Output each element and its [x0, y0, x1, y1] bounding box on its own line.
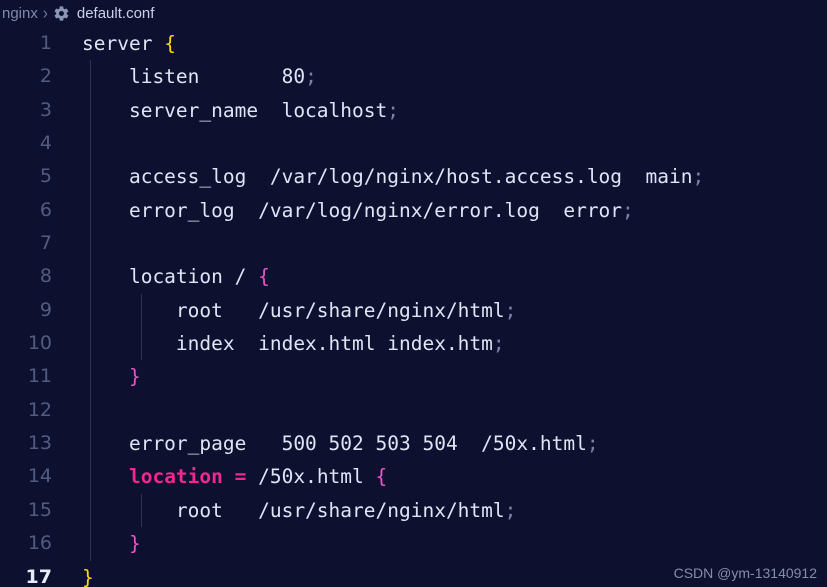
code-line[interactable]: error_page 500 502 503 504 /50x.html; [82, 427, 827, 460]
code-token: ; [305, 65, 317, 89]
code-line[interactable]: server_name localhost; [82, 94, 827, 127]
code-token: listen 80 [82, 65, 306, 89]
code-token: } [128, 532, 141, 556]
code-line[interactable]: root /usr/share/nginx/html; [82, 294, 827, 327]
code-line[interactable]: listen 80; [82, 60, 827, 93]
code-token: /50x.html [246, 465, 376, 489]
code-token: { [164, 32, 176, 55]
code-token: } [128, 365, 141, 389]
code-token: { [258, 265, 270, 289]
gear-icon [53, 5, 70, 22]
code-token: ; [586, 432, 599, 456]
code-token: { [375, 465, 388, 489]
breadcrumb-item-file[interactable]: default.conf [77, 5, 155, 22]
code-line[interactable]: error_log /var/log/nginx/error.log error… [82, 194, 827, 227]
breadcrumb: nginx › default.conf [0, 0, 827, 27]
code-line[interactable]: } [82, 360, 827, 393]
code-line[interactable] [82, 394, 827, 427]
code-line[interactable] [82, 127, 827, 160]
code-token: index index.html index.htm [82, 332, 493, 356]
code-token: location / [82, 265, 259, 289]
code-line[interactable]: location = /50x.html { [82, 460, 827, 493]
code-token: error_page 500 502 503 504 /50x.html [82, 432, 587, 456]
code-line[interactable]: access_log /var/log/nginx/host.access.lo… [82, 160, 827, 193]
code-token: access_log /var/log/nginx/host.access.lo… [82, 165, 693, 189]
code-token: ; [692, 165, 705, 189]
code-line[interactable]: server { [82, 27, 827, 60]
breadcrumb-item-folder[interactable]: nginx [2, 5, 38, 22]
code-line[interactable]: } [82, 527, 827, 560]
code-token: error_log /var/log/nginx/error.log error [82, 198, 623, 222]
code-token: server_name localhost [82, 98, 388, 122]
code-token: location = [128, 465, 247, 489]
code-line[interactable]: location / { [82, 260, 827, 293]
code-token: ; [504, 298, 517, 322]
code-token: root /usr/share/nginx/html [82, 498, 505, 522]
code-line[interactable] [82, 227, 827, 260]
code-token: server [82, 32, 165, 55]
code-token: ; [492, 332, 505, 356]
watermark: CSDN @ym-13140912 [673, 565, 817, 581]
code-line[interactable]: index index.html index.htm; [82, 327, 827, 360]
code-editor[interactable]: 1 2 3 4 5 6 7 8 9 10 11 12 13 14 15 16 17 server { liste… [0, 27, 827, 587]
code-lines[interactable]: server { listen 80; server_name localhos… [0, 27, 827, 587]
code-token: ; [504, 498, 517, 522]
code-token: } [82, 565, 94, 587]
breadcrumb-separator-icon: › [42, 3, 48, 24]
code-line[interactable]: root /usr/share/nginx/html; [82, 494, 827, 527]
code-token: ; [387, 98, 399, 122]
code-token: root /usr/share/nginx/html [82, 298, 505, 322]
code-token: ; [622, 198, 634, 222]
